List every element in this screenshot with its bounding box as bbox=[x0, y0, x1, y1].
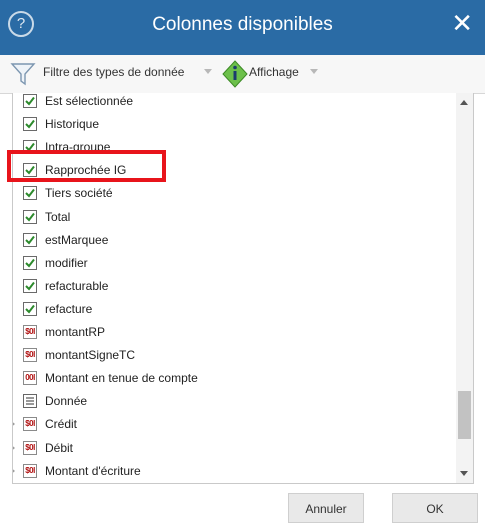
list-item-label: Est sélectionnée bbox=[45, 94, 134, 108]
display-menu[interactable]: Affichage bbox=[249, 65, 299, 79]
scroll-up-icon[interactable] bbox=[460, 100, 468, 105]
ok-button[interactable]: OK bbox=[392, 493, 478, 523]
currency-icon: $0l bbox=[23, 325, 37, 339]
list-item-label: Donnée bbox=[45, 394, 88, 409]
checkbox-checked-icon[interactable] bbox=[23, 186, 37, 201]
data-list-icon bbox=[23, 394, 37, 409]
currency-icon: $0l bbox=[23, 440, 37, 455]
cancel-button[interactable]: Annuler bbox=[288, 493, 364, 523]
list-item[interactable]: Tiers société bbox=[13, 183, 453, 205]
checkbox-checked-icon[interactable] bbox=[23, 117, 37, 132]
list-item[interactable]: Historique bbox=[13, 114, 453, 136]
checkbox-checked-icon[interactable] bbox=[23, 278, 37, 293]
chevron-down-icon[interactable] bbox=[310, 69, 318, 74]
checkbox-checked-icon[interactable] bbox=[23, 232, 37, 247]
list-item-label: Crédit bbox=[45, 417, 78, 432]
checkbox-checked-icon[interactable] bbox=[23, 255, 37, 270]
expand-arrow-icon[interactable] bbox=[13, 420, 15, 429]
list-item-label: montantSigneTC bbox=[45, 348, 136, 363]
list-item[interactable]: Total bbox=[13, 207, 453, 229]
dialog-title-bar: ? Colonnes disponibles ✕ bbox=[0, 0, 485, 55]
list-item[interactable]: estMarquee bbox=[13, 230, 453, 252]
chevron-down-icon[interactable] bbox=[204, 69, 212, 74]
list-item-label: Débit bbox=[45, 440, 74, 455]
list-item-label: estMarquee bbox=[45, 232, 109, 247]
checkbox-checked-icon[interactable] bbox=[23, 209, 37, 224]
list-item-label: Montant en tenue de compte bbox=[45, 371, 198, 386]
list-item[interactable]: $0l montantRP bbox=[13, 322, 453, 344]
list-item-label: refacturable bbox=[45, 278, 109, 293]
list-item-label: Historique bbox=[45, 117, 100, 132]
close-icon[interactable]: ✕ bbox=[451, 9, 473, 37]
currency-icon: $0l bbox=[23, 417, 37, 432]
list-item[interactable]: Donnée bbox=[13, 391, 453, 413]
scrollbar[interactable] bbox=[456, 93, 473, 483]
expand-arrow-icon[interactable] bbox=[13, 443, 15, 452]
scrollbar-thumb[interactable] bbox=[458, 391, 471, 439]
filter-data-types-menu[interactable]: Filtre des types de donnée bbox=[43, 65, 184, 79]
checkbox-checked-icon[interactable] bbox=[23, 94, 37, 108]
list-item[interactable]: refacture bbox=[13, 299, 453, 321]
list-item[interactable]: $0l Crédit bbox=[13, 414, 453, 436]
filter-icon[interactable] bbox=[10, 61, 36, 87]
dialog-title: Colonnes disponibles bbox=[152, 14, 333, 35]
list-item-label: Tiers société bbox=[45, 186, 113, 201]
scroll-down-icon[interactable] bbox=[460, 471, 468, 476]
list-item-label: refacture bbox=[45, 301, 93, 316]
checkbox-checked-icon[interactable] bbox=[23, 301, 37, 316]
list-item[interactable]: $0l montantSigneTC bbox=[13, 345, 453, 367]
list-item[interactable]: modifier bbox=[13, 253, 453, 275]
currency-icon: $0l bbox=[23, 463, 37, 478]
list-item-label: montantRP bbox=[45, 325, 106, 339]
list-item-label: Montant d'écriture bbox=[45, 463, 141, 478]
amount-icon: 00l bbox=[23, 371, 37, 386]
highlight-box bbox=[7, 150, 166, 182]
list-item-label: Total bbox=[45, 209, 71, 224]
display-icon[interactable] bbox=[222, 60, 248, 88]
list-item-label: modifier bbox=[45, 255, 88, 270]
expand-arrow-icon[interactable] bbox=[13, 466, 15, 475]
list-item[interactable]: Est sélectionnée bbox=[13, 93, 453, 113]
list-item[interactable]: refacturable bbox=[13, 276, 453, 298]
currency-icon: $0l bbox=[23, 348, 37, 363]
list-item[interactable]: 00l Montant en tenue de compte bbox=[13, 368, 453, 390]
list-item[interactable]: $0l Montant d'écriture bbox=[13, 461, 453, 483]
list-item[interactable]: $0l Débit bbox=[13, 438, 453, 460]
toolbar: Filtre des types de donnée Affichage bbox=[0, 55, 485, 94]
